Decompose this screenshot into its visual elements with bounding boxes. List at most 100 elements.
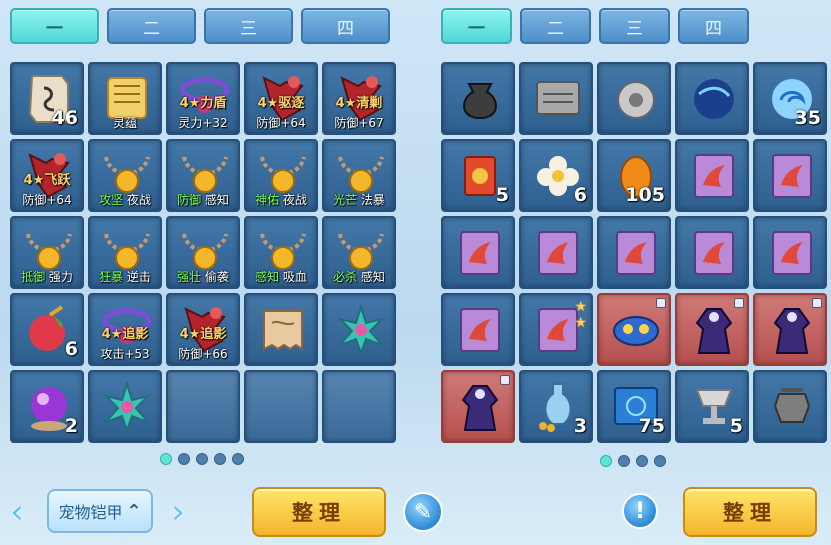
right-item-slot[interactable] — [675, 139, 749, 212]
right-item-slot[interactable]: ★ ★ — [519, 293, 593, 366]
dragon-scroll-icon — [763, 224, 821, 282]
right-item-slot[interactable]: 75 — [597, 370, 671, 443]
left-item-slot[interactable] — [244, 293, 318, 366]
right-item-slot[interactable] — [441, 216, 515, 289]
item-caption: 防御+64 — [246, 114, 316, 131]
crystal-flower-icon — [98, 378, 156, 436]
prev-category-arrow-icon[interactable]: ‹ — [2, 492, 32, 532]
left-item-slot[interactable]: 感知 吸血 — [244, 216, 318, 289]
right-item-slot[interactable] — [519, 216, 593, 289]
item-count: 2 — [64, 415, 78, 437]
item-count: 5 — [729, 415, 743, 437]
right-tab-4[interactable]: 四 — [678, 8, 749, 44]
page-dot[interactable] — [654, 455, 666, 467]
page-dot[interactable] — [160, 453, 172, 465]
right-item-slot[interactable] — [753, 370, 827, 443]
right-item-slot[interactable] — [753, 216, 827, 289]
right-item-slot[interactable] — [675, 62, 749, 135]
left-item-slot[interactable]: 灵蕴 — [88, 62, 162, 135]
item-rank-label: 4★清剿 — [335, 96, 383, 111]
left-item-slot[interactable]: 4★追影 攻击+53 — [88, 293, 162, 366]
page-dot[interactable] — [178, 453, 190, 465]
left-item-slot[interactable] — [88, 370, 162, 443]
left-item-slot[interactable]: 2 — [10, 370, 84, 443]
blue-orb-icon — [685, 70, 743, 128]
left-item-slot[interactable] — [322, 370, 396, 443]
left-item-slot[interactable]: 6 — [10, 293, 84, 366]
edit-pen-button[interactable]: ✎ — [403, 492, 443, 532]
left-item-slot[interactable]: 光芒 法暴 — [322, 139, 396, 212]
left-page-indicator — [160, 453, 244, 465]
crystal-flower-icon — [332, 301, 390, 359]
page-dot[interactable] — [196, 453, 208, 465]
left-item-slot[interactable]: 狂暴 逆击 — [88, 216, 162, 289]
right-item-slot[interactable]: 35 — [753, 62, 827, 135]
lock-icon — [500, 375, 510, 385]
left-item-slot[interactable]: 必杀 感知 — [322, 216, 396, 289]
left-item-slot[interactable]: 4★力盾 灵力+32 — [166, 62, 240, 135]
mask-icon — [607, 301, 665, 359]
right-item-slot[interactable]: 5 — [675, 370, 749, 443]
page-dot[interactable] — [214, 453, 226, 465]
right-item-slot[interactable] — [597, 293, 671, 366]
left-item-slot[interactable]: 抵御 强力 — [10, 216, 84, 289]
item-attribute: 夜战 — [282, 193, 307, 207]
item-attribute: 防御+64 — [256, 116, 306, 130]
right-item-slot[interactable]: 6 — [519, 139, 593, 212]
category-dropdown[interactable]: 宠物铠甲 ⌃ — [47, 489, 153, 533]
item-count: 35 — [794, 107, 821, 129]
left-item-slot[interactable]: 4★驱逐 防御+64 — [244, 62, 318, 135]
left-tab-3[interactable]: 三 — [204, 8, 293, 44]
left-item-slot[interactable]: 攻坚 夜战 — [88, 139, 162, 212]
lock-icon — [734, 298, 744, 308]
left-item-slot[interactable]: 46 — [10, 62, 84, 135]
right-sort-button[interactable]: 整理 — [683, 487, 817, 537]
right-item-slot[interactable] — [597, 216, 671, 289]
left-tab-2[interactable]: 二 — [107, 8, 196, 44]
left-tabs: 一 二 三 四 — [10, 8, 402, 48]
left-item-grid: 46 灵蕴 4★力盾 灵力+32 4★驱逐 防御+64 4★清剿 防御+67 4★飞跃 防御+64… — [10, 62, 402, 443]
left-item-slot[interactable] — [244, 370, 318, 443]
right-tab-1[interactable]: 一 — [441, 8, 512, 44]
right-tab-2[interactable]: 二 — [520, 8, 591, 44]
item-rank-label: 4★追影 — [179, 327, 227, 342]
left-item-slot[interactable]: 神佑 夜战 — [244, 139, 318, 212]
bag-panel-left: 一 二 三 四 46 灵蕴 4★力盾 灵力+32 4★驱逐 防御+64 4★清剿 防御+67 4… — [10, 8, 402, 443]
left-item-slot[interactable]: 4★追影 防御+66 — [166, 293, 240, 366]
left-sort-button[interactable]: 整理 — [252, 487, 386, 537]
page-dot[interactable] — [232, 453, 244, 465]
item-skill-tag: 抵御 — [21, 270, 49, 284]
item-caption: 防御+67 — [324, 114, 394, 131]
left-item-slot[interactable]: 防御 感知 — [166, 139, 240, 212]
left-tab-1[interactable]: 一 — [10, 8, 99, 44]
right-item-slot[interactable]: 105 — [597, 139, 671, 212]
page-dot[interactable] — [636, 455, 648, 467]
right-tab-3[interactable]: 三 — [599, 8, 670, 44]
right-item-slot[interactable]: 3 — [519, 370, 593, 443]
left-item-slot[interactable]: 4★飞跃 防御+64 — [10, 139, 84, 212]
left-item-slot[interactable]: 4★清剿防御+67 — [322, 62, 396, 135]
left-item-slot[interactable] — [166, 370, 240, 443]
item-rank-label: 4★追影 — [101, 327, 149, 342]
lock-icon — [656, 298, 666, 308]
right-item-slot[interactable]: 5 — [441, 139, 515, 212]
right-item-slot[interactable] — [597, 62, 671, 135]
page-dot[interactable] — [600, 455, 612, 467]
next-category-arrow-icon[interactable]: › — [163, 492, 193, 532]
right-item-slot[interactable] — [441, 293, 515, 366]
left-tab-4[interactable]: 四 — [301, 8, 390, 44]
right-item-slot[interactable] — [675, 293, 749, 366]
right-item-slot[interactable] — [441, 62, 515, 135]
right-item-slot[interactable] — [441, 370, 515, 443]
robe-icon — [685, 301, 743, 359]
pouch-icon — [451, 70, 509, 128]
left-item-slot[interactable] — [322, 293, 396, 366]
right-item-slot[interactable] — [753, 139, 827, 212]
item-attribute: 感知 — [360, 270, 385, 284]
info-button[interactable]: ! — [622, 493, 658, 529]
right-item-slot[interactable] — [519, 62, 593, 135]
right-item-slot[interactable] — [753, 293, 827, 366]
page-dot[interactable] — [618, 455, 630, 467]
left-item-slot[interactable]: 强壮 偷袭 — [166, 216, 240, 289]
right-item-slot[interactable] — [675, 216, 749, 289]
